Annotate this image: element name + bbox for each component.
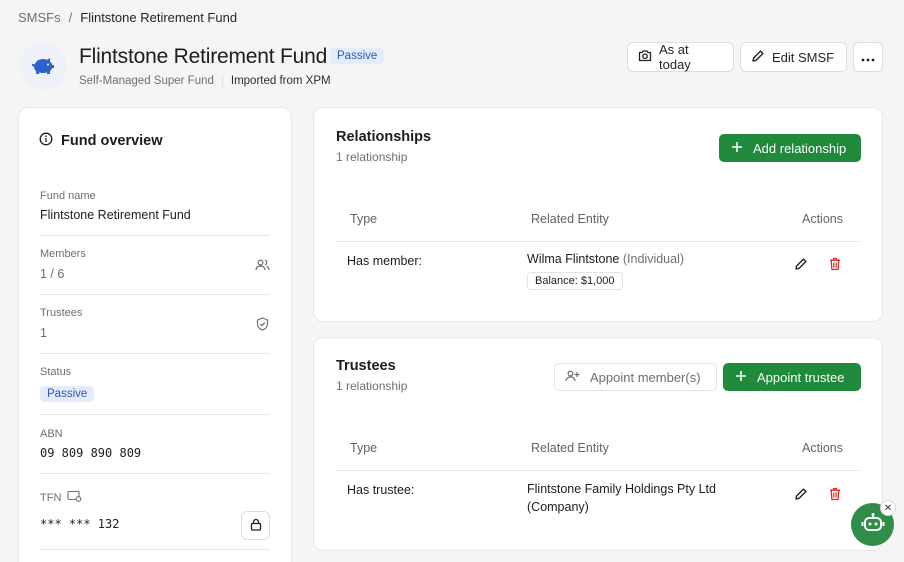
trustee-entity-name[interactable]: Flintstone Family Holdings Pty Ltd — [527, 482, 716, 496]
edit-smsf-label: Edit SMSF — [772, 49, 835, 65]
relationship-type: Has member: — [347, 254, 423, 268]
users-icon — [255, 258, 270, 275]
divider — [40, 473, 270, 474]
entity-kind: (Individual) — [622, 252, 685, 266]
tfn-label-row: TFN — [40, 490, 82, 505]
entity-name-link[interactable]: Wilma Flintstone — [527, 252, 619, 266]
add-relationship-button[interactable]: Add relationship — [719, 134, 861, 162]
id-card-icon — [67, 490, 82, 505]
fund-type: Self-Managed Super Fund — [79, 75, 214, 87]
user-plus-icon — [565, 369, 580, 386]
plus-icon — [735, 370, 747, 385]
as-at-today-button[interactable]: As at today — [627, 42, 734, 72]
status-label: Status — [40, 366, 72, 378]
more-horizontal-icon — [861, 50, 875, 65]
trustees-value: 1 — [40, 326, 47, 340]
column-header-related-entity: Related Entity — [531, 212, 609, 226]
fund-subtitle: Self-Managed Super Fund Imported from XP… — [79, 75, 331, 87]
appoint-members-button[interactable]: Appoint member(s) — [554, 363, 717, 391]
camera-icon — [638, 49, 652, 65]
divider — [40, 294, 270, 295]
robot-icon — [861, 512, 885, 537]
shield-check-icon — [256, 317, 269, 334]
breadcrumb-separator: / — [68, 10, 73, 25]
info-icon — [39, 132, 53, 150]
page-title: Flintstone Retirement Fund — [79, 45, 328, 68]
piggy-bank-icon — [19, 42, 67, 90]
relationships-title: Relationships — [336, 129, 432, 145]
divider — [40, 353, 270, 354]
column-header-actions: Actions — [802, 441, 843, 455]
breadcrumb-smsfs-link[interactable]: SMSFs — [18, 10, 61, 25]
abn-label: ABN — [40, 428, 63, 440]
table-divider — [336, 470, 860, 471]
status-value-badge: Passive — [40, 386, 95, 402]
relationships-count: 1 relationship — [336, 150, 408, 164]
fund-overview-heading: Fund overview — [61, 133, 163, 149]
appoint-trustee-label: Appoint trustee — [757, 369, 845, 385]
as-at-today-label: As at today — [659, 42, 691, 72]
abn-value: 09 809 890 809 — [40, 446, 142, 460]
divider — [40, 235, 270, 236]
reveal-tfn-button[interactable] — [241, 511, 270, 540]
delete-trustee-trash-icon[interactable] — [829, 487, 841, 504]
relationship-entity: Wilma Flintstone (Individual) — [527, 252, 684, 266]
members-value: 1 / 6 — [40, 267, 65, 281]
trustees-title: Trustees — [336, 358, 396, 374]
delete-relationship-trash-icon[interactable] — [829, 257, 841, 274]
members-label: Members — [40, 248, 86, 260]
edit-relationship-pencil-icon[interactable] — [794, 257, 808, 274]
close-assistant-icon[interactable]: ✕ — [880, 500, 896, 516]
pencil-icon — [751, 49, 765, 66]
table-divider — [336, 241, 860, 242]
column-header-type: Type — [350, 441, 378, 455]
edit-smsf-button[interactable]: Edit SMSF — [740, 42, 847, 72]
trustees-label: Trustees — [40, 307, 83, 319]
fund-name-label: Fund name — [40, 190, 96, 202]
lock-icon — [250, 518, 262, 534]
trustees-count: 1 relationship — [336, 379, 408, 393]
column-header-type: Type — [350, 212, 378, 226]
import-source: Imported from XPM — [221, 75, 331, 87]
tfn-value: *** *** 132 — [40, 517, 120, 531]
trustee-type: Has trustee: — [347, 483, 415, 497]
divider — [40, 414, 270, 415]
fund-name-value: Flintstone Retirement Fund — [40, 208, 191, 222]
column-header-actions: Actions — [802, 212, 843, 226]
breadcrumb-current: Flintstone Retirement Fund — [80, 10, 238, 25]
column-header-related-entity: Related Entity — [531, 441, 609, 455]
plus-icon — [731, 141, 743, 156]
divider — [40, 549, 270, 550]
fund-overview-title: Fund overview — [39, 132, 163, 150]
breadcrumb: SMSFs / Flintstone Retirement Fund — [18, 10, 237, 25]
status-badge: Passive — [330, 48, 385, 64]
appoint-trustee-button[interactable]: Appoint trustee — [723, 363, 861, 391]
trustee-entity-kind: (Company) — [527, 500, 589, 514]
appoint-members-label: Appoint member(s) — [590, 369, 701, 385]
more-options-button[interactable] — [853, 42, 883, 72]
balance-chip: Balance: $1,000 — [527, 272, 623, 290]
tfn-label: TFN — [40, 491, 62, 504]
edit-trustee-pencil-icon[interactable] — [794, 487, 808, 504]
add-relationship-label: Add relationship — [753, 140, 847, 156]
